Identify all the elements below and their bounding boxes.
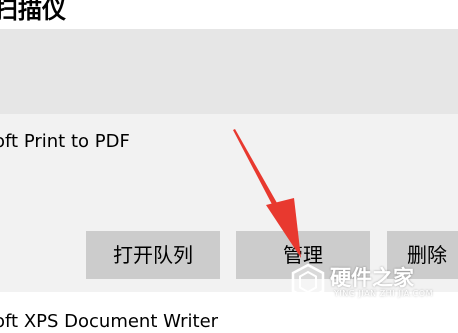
section-heading: 扫描仪 bbox=[0, 0, 66, 24]
printer-list-item-header[interactable] bbox=[0, 29, 458, 114]
printer-name-pdf: oft Print to PDF bbox=[0, 131, 130, 152]
manage-button[interactable]: 管理 bbox=[236, 231, 370, 279]
printer-name-xps[interactable]: oft XPS Document Writer bbox=[0, 311, 218, 332]
open-queue-button[interactable]: 打开队列 bbox=[86, 231, 220, 279]
printers-scanners-page: 扫描仪 oft Print to PDF 打开队列 管理 删除 oft XPS … bbox=[0, 0, 458, 333]
remove-device-button[interactable]: 删除 bbox=[387, 231, 458, 279]
